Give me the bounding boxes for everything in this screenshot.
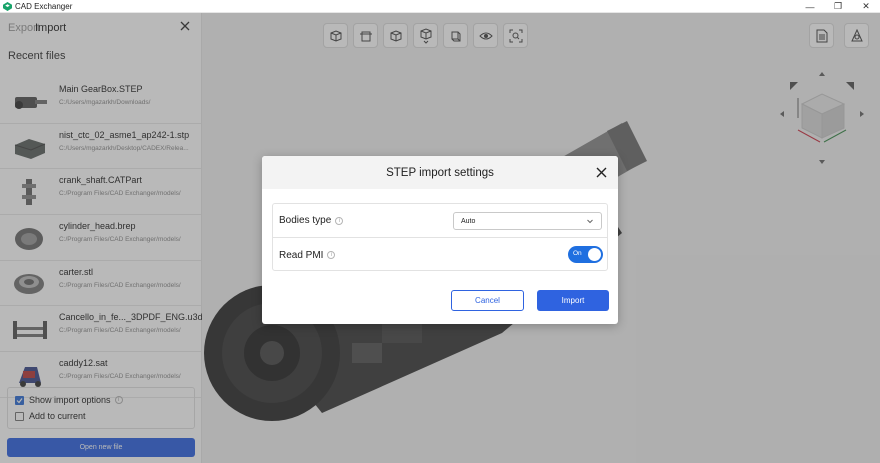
window-title: CAD Exchanger [15, 1, 73, 11]
read-pmi-toggle[interactable]: On [568, 246, 603, 263]
bodies-type-row: Bodies type i Auto [273, 204, 607, 238]
cancel-button[interactable]: Cancel [451, 290, 524, 311]
maximize-button[interactable]: ❐ [824, 0, 852, 13]
toggle-knob [588, 248, 601, 261]
info-icon[interactable]: i [335, 216, 344, 225]
close-icon[interactable] [595, 166, 608, 179]
bodies-type-select[interactable]: Auto [453, 212, 602, 230]
minimize-button[interactable]: — [796, 0, 824, 13]
app-logo-icon [3, 1, 12, 11]
close-window-button[interactable]: ✕ [852, 0, 880, 13]
title-bar: CAD Exchanger — ❐ ✕ [0, 0, 880, 13]
bodies-type-label: Bodies type [279, 215, 332, 226]
read-pmi-row: Read PMI i On [273, 238, 607, 272]
bodies-type-value: Auto [461, 217, 476, 225]
import-button[interactable]: Import [537, 290, 609, 311]
dialog-title: STEP import settings [386, 166, 494, 179]
toggle-state-label: On [573, 250, 582, 257]
step-import-settings-dialog: STEP import settings Bodies type i Auto … [262, 156, 618, 324]
info-icon[interactable]: i [327, 251, 336, 259]
settings-panel: Bodies type i Auto Read PMI i On [272, 203, 608, 271]
dialog-header: STEP import settings [262, 156, 618, 189]
chevron-down-icon [587, 219, 593, 224]
read-pmi-label: Read PMI [279, 249, 324, 261]
